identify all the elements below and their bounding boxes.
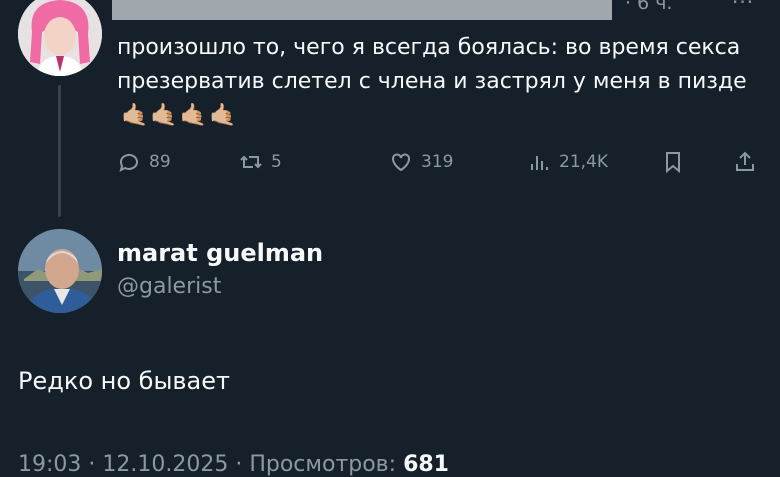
- tweet-text: произошло то, чего я всегда боялась: во …: [117, 31, 767, 133]
- retweet-button[interactable]: 5: [239, 150, 282, 174]
- call-me-hand-emoji: 🤙🏼: [121, 103, 149, 128]
- author-handle[interactable]: @galerist: [117, 274, 221, 299]
- author-name[interactable]: marat guelman: [117, 239, 323, 267]
- call-me-hand-emoji: 🤙🏼: [150, 103, 178, 128]
- thread-line: [58, 85, 61, 217]
- emoji-group: 🤙🏼🤙🏼🤙🏼🤙🏼: [121, 99, 239, 133]
- redacted-name-bar: [112, 0, 612, 20]
- share-button[interactable]: [733, 150, 765, 174]
- bookmark-button[interactable]: [661, 150, 693, 174]
- avatar[interactable]: [18, 0, 102, 76]
- tweet-body: произошло то, чего я всегда боялась: во …: [117, 35, 747, 94]
- tweet-meta: 19:03 · 12.10.2025 · Просмотров: 681: [18, 452, 449, 477]
- share-icon: [736, 151, 754, 171]
- views-count: 21,4K: [559, 152, 608, 172]
- more-options-button[interactable]: ···: [732, 0, 754, 14]
- tweet-actions: 89 5 319 21,4K: [117, 150, 767, 180]
- call-me-hand-emoji: 🤙🏼: [209, 103, 237, 128]
- bookmark-icon: [666, 152, 680, 174]
- views-button[interactable]: 21,4K: [527, 150, 608, 174]
- reply-icon: [119, 153, 138, 172]
- reply-button[interactable]: 89: [117, 150, 171, 174]
- call-me-hand-emoji: 🤙🏼: [179, 103, 208, 128]
- analytics-icon: [531, 156, 548, 170]
- like-count: 319: [421, 152, 454, 172]
- heart-icon: [392, 153, 410, 172]
- retweet-count: 5: [271, 152, 282, 172]
- avatar[interactable]: [18, 229, 102, 313]
- reply-count: 89: [149, 152, 171, 172]
- like-button[interactable]: 319: [389, 150, 453, 174]
- views-total: 681: [403, 452, 449, 477]
- retweet-icon: [240, 155, 262, 169]
- tweet-time: · 6 ч.: [625, 0, 673, 14]
- timestamp: 19:03 · 12.10.2025 · Просмотров:: [18, 452, 397, 477]
- reply-text: Редко но бывает: [18, 367, 230, 395]
